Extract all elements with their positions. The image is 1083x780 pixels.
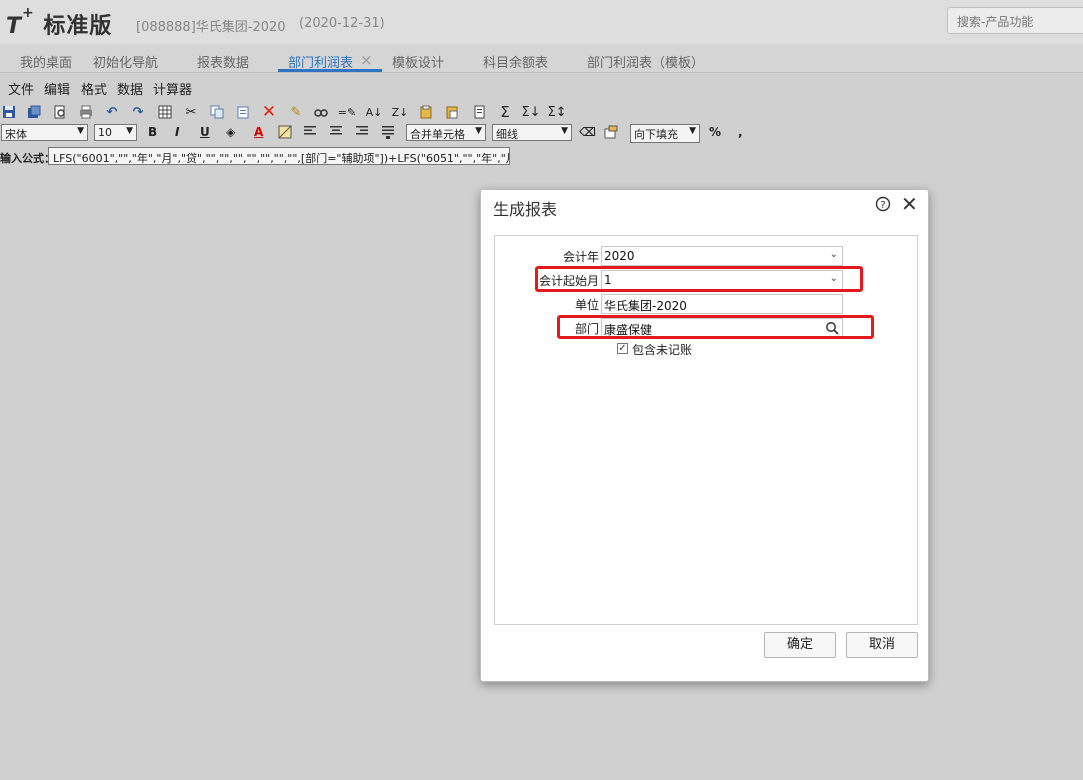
border-line-value: 细线 <box>496 128 518 141</box>
menu-file[interactable]: 文件 <box>8 79 34 98</box>
unit-field: 华氏集团-2020 <box>601 294 843 314</box>
close-icon[interactable]: ✕ <box>901 194 918 214</box>
toolbar-main: ↶ ↷ ✂ ✕ ✎ =✎ A↓ Z↓ Σ Σ↓ Σ↕ <box>0 102 620 124</box>
menu-calculator[interactable]: 计算器 <box>153 79 192 98</box>
chevron-down-icon: ▼ <box>475 126 482 136</box>
menu-format[interactable]: 格式 <box>81 79 107 98</box>
fill-direction-value: 向下填充 <box>634 128 678 141</box>
year-select[interactable]: 2020 ⌄ <box>601 246 843 266</box>
menu-edit[interactable]: 编辑 <box>44 79 70 98</box>
chevron-down-icon: ▼ <box>561 126 568 136</box>
tab-account-balance[interactable]: 科目余额表 <box>483 52 548 71</box>
sum-col-icon[interactable]: Σ↕ <box>547 104 566 120</box>
merge-cells-value: 合并单元格 <box>410 128 465 141</box>
company-label: [088888]华氏集团-2020 <box>136 20 286 35</box>
include-unposted-label: 包含未记账 <box>632 343 693 357</box>
tab-close-icon[interactable]: × <box>360 51 373 69</box>
font-color-button[interactable]: A <box>254 125 263 139</box>
clipboard-special-icon[interactable] <box>444 104 460 120</box>
italic-button[interactable]: I <box>175 125 179 139</box>
save-icon[interactable] <box>1 104 17 120</box>
font-size-select[interactable]: 10 ▼ <box>94 124 137 141</box>
border-style-icon[interactable] <box>278 125 292 142</box>
chevron-down-icon: ▼ <box>77 126 84 136</box>
font-family-select[interactable]: 宋体 ▼ <box>1 124 88 141</box>
search-input[interactable]: 搜索-产品功能 <box>947 7 1083 34</box>
page-icon[interactable] <box>471 104 487 120</box>
logo-plus: + <box>22 5 35 21</box>
app-header: T+ 标准版 [088888]华氏集团-2020 (2020-12-31) 搜索… <box>0 0 1083 44</box>
formula-input[interactable]: LFS("6001","","年","月","贷","","","","",""… <box>48 147 510 165</box>
find-icon[interactable] <box>313 104 329 120</box>
align-center-icon[interactable] <box>329 125 343 140</box>
merge-cells-select[interactable]: 合并单元格 ▼ <box>406 124 486 141</box>
chevron-down-icon: ▼ <box>126 126 133 136</box>
format-brush-icon[interactable]: ✎ <box>288 104 304 120</box>
highlight-department <box>557 315 874 339</box>
font-family-value: 宋体 <box>5 128 27 141</box>
border-line-select[interactable]: 细线 ▼ <box>492 124 572 141</box>
undo-icon[interactable]: ↶ <box>104 104 120 120</box>
menu-data[interactable]: 数据 <box>117 79 143 98</box>
print-preview-icon[interactable] <box>52 104 68 120</box>
cancel-button[interactable]: 取消 <box>846 632 918 658</box>
wrap-text-icon[interactable] <box>381 125 395 142</box>
clipboard-icon[interactable] <box>418 104 434 120</box>
chevron-down-icon: ▼ <box>689 126 696 136</box>
tab-desktop[interactable]: 我的桌面 <box>20 52 72 71</box>
underline-button[interactable]: U <box>200 125 210 139</box>
tab-template-design[interactable]: 模板设计 <box>392 52 444 71</box>
unit-label: 单位 <box>574 298 599 312</box>
fill-color-icon[interactable]: ◈ <box>226 125 235 139</box>
sort-desc-icon[interactable]: Z↓ <box>392 104 409 120</box>
grid-icon[interactable] <box>157 104 173 120</box>
bold-button[interactable]: B <box>148 125 157 139</box>
formula-label: 输入公式： <box>0 152 55 165</box>
app-logo: T+ 标准版 <box>6 5 113 40</box>
sum-row-icon[interactable]: Σ↓ <box>521 104 540 120</box>
fill-direction-select[interactable]: 向下填充 ▼ <box>630 124 700 143</box>
tab-report-data[interactable]: 报表数据 <box>197 52 249 71</box>
chevron-down-icon: ⌄ <box>829 249 838 260</box>
tab-dept-profit-template[interactable]: 部门利润表（模板） <box>587 52 704 71</box>
save-as-icon[interactable] <box>26 104 42 120</box>
svg-text:?: ? <box>880 200 885 211</box>
generate-report-dialog: 生成报表 ? ✕ 会计年 2020 ⌄ 会计起始月 1 ⌄ 单位 华氏集团-20… <box>480 189 929 682</box>
year-label: 会计年 <box>562 250 599 264</box>
year-value: 2020 <box>604 249 635 263</box>
redo-icon[interactable]: ↷ <box>130 104 146 120</box>
help-icon[interactable]: ? <box>875 196 891 212</box>
sort-asc-icon[interactable]: A↓ <box>366 104 383 120</box>
tab-init-guide[interactable]: 初始化导航 <box>93 52 158 71</box>
percent-button[interactable]: % <box>709 125 721 139</box>
cut-icon[interactable]: ✂ <box>183 104 199 120</box>
paste-icon[interactable] <box>235 104 251 120</box>
format-icon[interactable] <box>604 125 618 142</box>
replace-icon[interactable]: =✎ <box>338 104 356 120</box>
align-left-icon[interactable] <box>303 125 317 140</box>
delete-icon[interactable]: ✕ <box>261 103 277 120</box>
dialog-title: 生成报表 <box>493 200 558 219</box>
session-date: (2020-12-31) <box>299 16 385 31</box>
thousands-separator-button[interactable]: , <box>738 125 743 139</box>
formula-bar: 输入公式： LFS("6001","","年","月","贷","","",""… <box>0 147 700 167</box>
copy-icon[interactable] <box>209 104 225 120</box>
print-icon[interactable] <box>78 104 94 120</box>
confirm-button[interactable]: 确定 <box>764 632 836 658</box>
unit-value: 华氏集团-2020 <box>604 299 687 313</box>
logo-mark: T <box>6 14 23 39</box>
eraser-icon[interactable]: ⌫ <box>579 125 596 139</box>
dialog-form-panel: 会计年 2020 ⌄ 会计起始月 1 ⌄ 单位 华氏集团-2020 部门 康盛保… <box>494 235 918 625</box>
highlight-start-month <box>535 266 863 292</box>
toolbar-format: 宋体 ▼ 10 ▼ B I U ◈ A 合并单元格 ▼ 细线 ▼ ⌫ 向下填充 ▼ % , <box>0 123 760 145</box>
sum-icon[interactable]: Σ <box>497 104 513 120</box>
active-tab-indicator <box>278 69 382 72</box>
include-unposted-checkbox[interactable]: ✓ <box>617 343 628 354</box>
align-right-icon[interactable] <box>355 125 369 140</box>
menu-bar: 文件 编辑 格式 数据 计算器 <box>0 74 1083 99</box>
font-size-value: 10 <box>98 126 112 139</box>
logo-name: 标准版 <box>43 14 113 39</box>
